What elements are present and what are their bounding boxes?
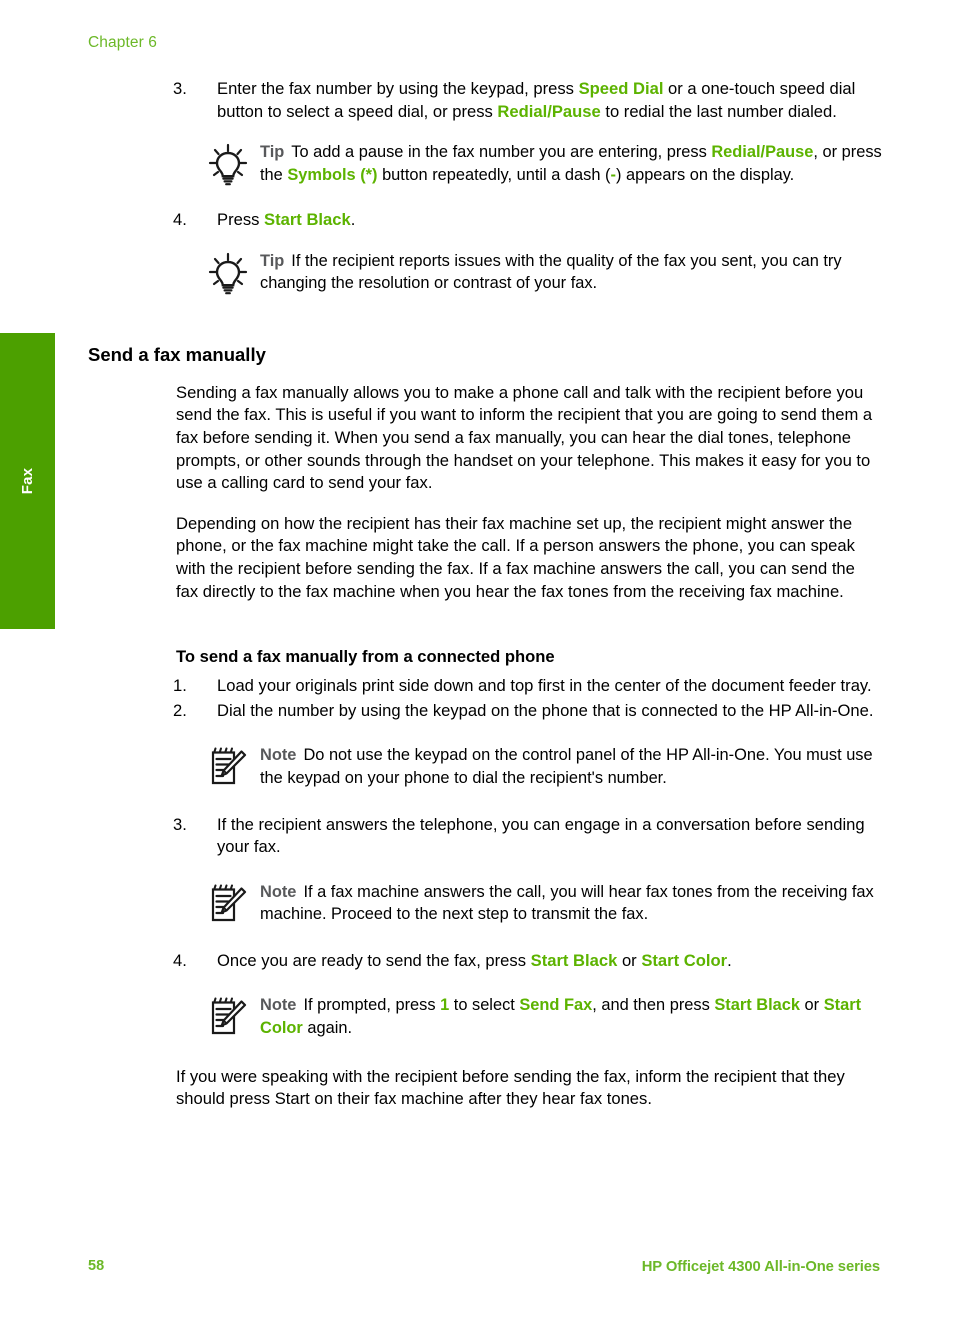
emphasis-term: Send Fax: [519, 996, 593, 1015]
note-body: Do not use the keypad on the control pan…: [260, 746, 873, 787]
tip-body: To add a pause in the fax number you are…: [260, 143, 882, 184]
section-heading: Send a fax manually: [88, 343, 266, 365]
emphasis-term: 1: [440, 996, 450, 1015]
procedure-list: 1. Load your originals print side down a…: [88, 675, 888, 1040]
emphasis-term: -: [610, 165, 616, 184]
note-body: If prompted, press 1 to select Send Fax,…: [260, 996, 862, 1038]
note-pencil-icon: [208, 744, 260, 789]
tip-label: Tip: [260, 251, 285, 270]
note-label: Note: [260, 746, 297, 765]
side-tab-fax: Fax: [0, 333, 55, 629]
list-item: 4. Once you are ready to send the fax, p…: [88, 950, 888, 973]
note-text: Note Do not use the keypad on the control…: [260, 744, 888, 789]
step-text: If the recipient answers the telephone, …: [217, 814, 865, 857]
list-item: 1. Load your originals print side down a…: [88, 675, 888, 698]
document-page: Chapter 6 Fax 3. Enter the fax number by…: [0, 0, 954, 1321]
side-tab-label: Fax: [19, 467, 36, 495]
step-number: 2.: [173, 700, 187, 720]
tip-block: Tip If the recipient reports issues with …: [208, 250, 888, 296]
step-number: 3.: [173, 814, 187, 834]
page-content: 3. Enter the fax number by using the key…: [88, 78, 888, 1111]
note-block: Note If a fax machine answers the call, y…: [208, 881, 888, 926]
note-pencil-icon: [208, 881, 260, 926]
note-text: Note If a fax machine answers the call, y…: [260, 881, 888, 926]
lightbulb-icon: [208, 250, 260, 296]
tip-block: Tip To add a pause in the fax number you …: [208, 141, 888, 187]
procedure-heading: To send a fax manually from a connected …: [176, 647, 555, 667]
lightbulb-icon: [208, 141, 260, 187]
note-block: Note Do not use the keypad on the control…: [208, 744, 888, 789]
paragraph: Sending a fax manually allows you to mak…: [176, 382, 873, 493]
tip-text: Tip If the recipient reports issues with …: [260, 250, 888, 296]
note-pencil-icon: [208, 994, 260, 1039]
list-item: 3. Enter the fax number by using the key…: [88, 78, 888, 123]
paragraph: Depending on how the recipient has their…: [176, 513, 855, 601]
tip-label: Tip: [260, 143, 285, 162]
emphasis-term: Start Black: [714, 996, 800, 1015]
list-item: 4. Press Start Black.: [88, 209, 888, 232]
tip-text: Tip To add a pause in the fax number you …: [260, 141, 888, 187]
list-item: 3. If the recipient answers the telephon…: [88, 814, 888, 859]
emphasis-term: Start Black: [530, 950, 618, 970]
footer-product-name: HP Officejet 4300 All-in-One series: [641, 1259, 880, 1275]
step-number: 3.: [173, 79, 187, 98]
closing-paragraph: If you were speaking with the recipient …: [176, 1066, 845, 1109]
note-label: Note: [260, 996, 297, 1015]
emphasis-term: Redial/Pause: [497, 101, 601, 121]
footer-page-number: 58: [88, 1258, 105, 1274]
step-number: 4.: [173, 210, 187, 230]
step-text: Load your originals print side down and …: [217, 676, 872, 696]
emphasis-term: Start Color: [641, 950, 728, 970]
step-text: Dial the number by using the keypad on t…: [217, 700, 874, 720]
emphasis-term: Symbols (*): [287, 165, 378, 184]
emphasis-term: Redial/Pause: [711, 143, 814, 162]
note-block: Note If prompted, press 1 to select Send …: [208, 994, 888, 1039]
tip-body: If the recipient reports issues with the…: [260, 251, 842, 293]
note-body: If a fax machine answers the call, you w…: [260, 882, 874, 924]
list-item: 2. Dial the number by using the keypad o…: [88, 700, 888, 723]
step-text: Press Start Black.: [217, 210, 356, 230]
note-label: Note: [260, 882, 297, 901]
step-number: 4.: [173, 950, 187, 970]
step-number: 1.: [173, 676, 187, 696]
emphasis-term: Start Black: [264, 210, 351, 230]
step-text: Once you are ready to send the fax, pres…: [217, 950, 732, 970]
emphasis-term: Speed Dial: [578, 79, 664, 98]
note-text: Note If prompted, press 1 to select Send …: [260, 994, 888, 1039]
step-text: Enter the fax number by using the keypad…: [217, 79, 856, 121]
chapter-running-head: Chapter 6: [88, 34, 157, 51]
